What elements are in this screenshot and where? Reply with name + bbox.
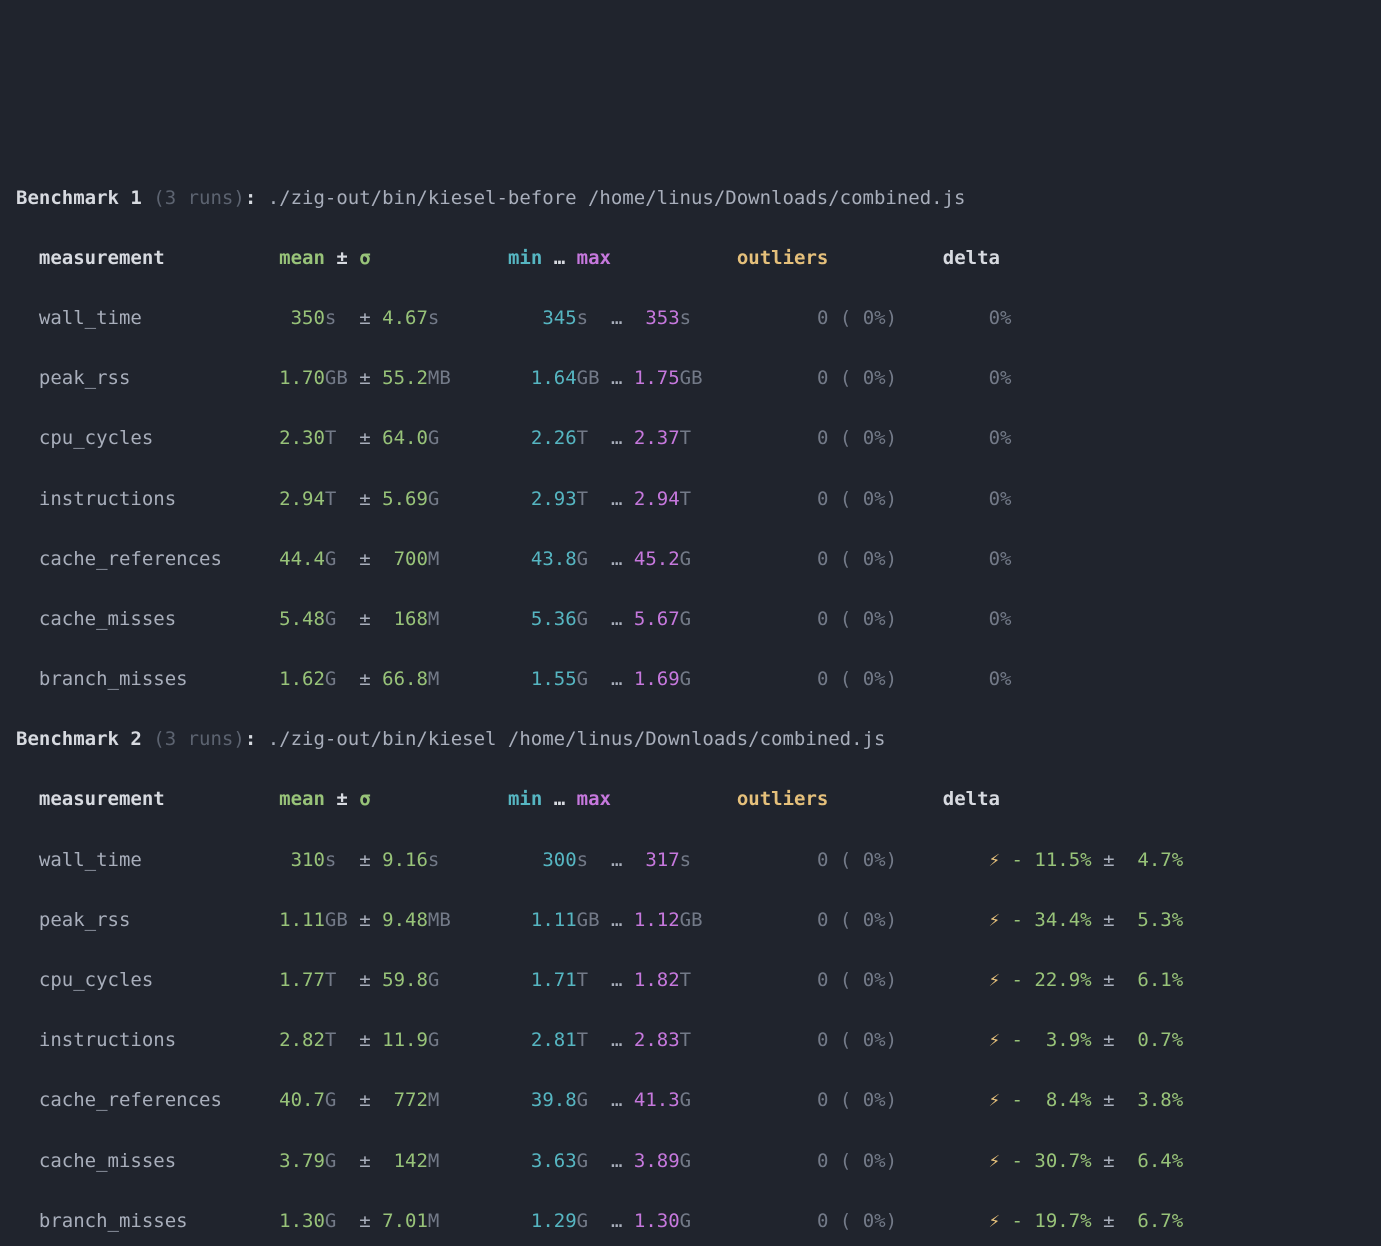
table-row: cpu_cycles 2.30T ± 64.0G 2.26T … 2.37T 0… [16, 423, 1365, 453]
table-row: branch_misses 1.62G ± 66.8M 1.55G … 1.69… [16, 664, 1365, 694]
table-row: cache_references 40.7G ± 772M 39.8G … 41… [16, 1085, 1365, 1115]
header-sigma: σ [359, 247, 370, 269]
delta-value: 0% [989, 307, 1012, 329]
bolt-icon: ⚡ [989, 1089, 1000, 1111]
header-outliers: outliers [737, 247, 829, 269]
measurement-name: peak_rss [39, 909, 131, 931]
measurement-name: branch_misses [39, 668, 188, 690]
benchmark-label: Benchmark 2 [16, 728, 142, 750]
benchmark-runs: (3 runs) [153, 187, 245, 209]
bolt-icon: ⚡ [989, 1210, 1000, 1232]
measurement-name: branch_misses [39, 1210, 188, 1232]
table-row: instructions 2.82T ± 11.9G 2.81T … 2.83T… [16, 1025, 1365, 1055]
measurement-name: cpu_cycles [39, 969, 153, 991]
delta-err: 4.7% [1137, 849, 1183, 871]
min-value: 345 [542, 307, 576, 329]
outliers-n: 0 [817, 307, 828, 329]
table-row: cache_misses 5.48G ± 168M 5.36G … 5.67G … [16, 604, 1365, 634]
mean-value: 350 [291, 307, 325, 329]
header-measurement: measurement [39, 247, 165, 269]
bolt-icon: ⚡ [989, 969, 1000, 991]
delta-pct: 11.5% [1034, 849, 1091, 871]
table-row: instructions 2.94T ± 5.69G 2.93T … 2.94T… [16, 484, 1365, 514]
header-mean: mean [279, 247, 325, 269]
table-row: wall_time 310s ± 9.16s 300s … 317s 0 ( 0… [16, 845, 1365, 875]
header-max: max [577, 247, 611, 269]
measurement-name: wall_time [39, 307, 142, 329]
table-row: cache_references 44.4G ± 700M 43.8G … 45… [16, 544, 1365, 574]
bolt-icon: ⚡ [989, 849, 1000, 871]
measurement-name: instructions [39, 1029, 176, 1051]
header-min: min [508, 247, 542, 269]
bolt-icon: ⚡ [989, 1150, 1000, 1172]
measurement-name: wall_time [39, 849, 142, 871]
measurement-name: cache_misses [39, 1150, 176, 1172]
table-row: branch_misses 1.30G ± 7.01M 1.29G … 1.30… [16, 1206, 1365, 1236]
header-row: measurement mean ± σ min … max outliers … [16, 243, 1365, 273]
delta-sign: - [1012, 849, 1023, 871]
measurement-name: cache_misses [39, 608, 176, 630]
benchmark-label: Benchmark 1 [16, 187, 142, 209]
header-delta: delta [943, 247, 1000, 269]
measurement-name: cpu_cycles [39, 427, 153, 449]
benchmark-command: ./zig-out/bin/kiesel-before /home/linus/… [268, 187, 966, 209]
benchmark-title-line: Benchmark 2 (3 runs): ./zig-out/bin/kies… [16, 724, 1365, 754]
benchmark-runs: (3 runs) [153, 728, 245, 750]
table-row: cache_misses 3.79G ± 142M 3.63G … 3.89G … [16, 1146, 1365, 1176]
bolt-icon: ⚡ [989, 1029, 1000, 1051]
table-row: cpu_cycles 1.77T ± 59.8G 1.71T … 1.82T 0… [16, 965, 1365, 995]
max-value: 353 [645, 307, 679, 329]
terminal-output: { "headers": { "measurement": "measureme… [0, 60, 1381, 1246]
measurement-name: cache_references [39, 1089, 222, 1111]
sigma-value: 4.67 [382, 307, 428, 329]
benchmark-title-line: Benchmark 1 (3 runs): ./zig-out/bin/kies… [16, 183, 1365, 213]
table-row: peak_rss 1.70GB ± 55.2MB 1.64GB … 1.75GB… [16, 363, 1365, 393]
measurement-name: cache_references [39, 548, 222, 570]
header-row: measurement mean ± σ min … max outliers … [16, 784, 1365, 814]
table-row: peak_rss 1.11GB ± 9.48MB 1.11GB … 1.12GB… [16, 905, 1365, 935]
table-row: wall_time 350s ± 4.67s 345s … 353s 0 ( 0… [16, 303, 1365, 333]
benchmark-command: ./zig-out/bin/kiesel /home/linus/Downloa… [268, 728, 886, 750]
measurement-name: peak_rss [39, 367, 131, 389]
outliers-pct: 0% [863, 307, 886, 329]
measurement-name: instructions [39, 488, 176, 510]
bolt-icon: ⚡ [989, 909, 1000, 931]
